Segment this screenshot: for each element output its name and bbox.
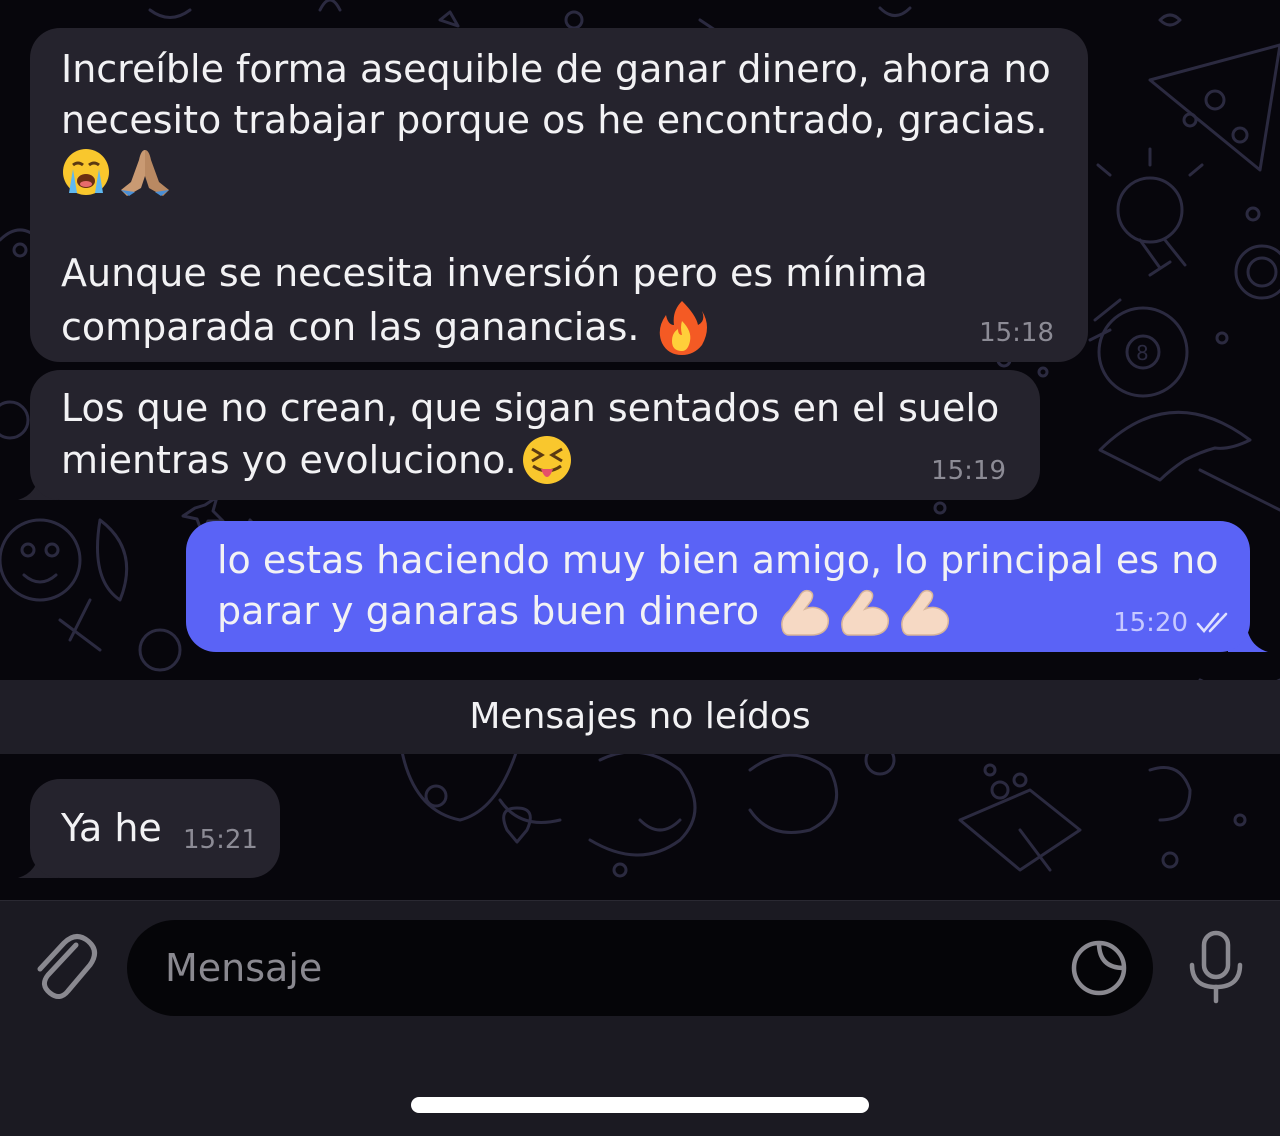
message-text-line: Aunque se necesita inversión pero es mín… <box>61 251 928 295</box>
incoming-message[interactable]: Los que no crean, que sigan sentados en … <box>30 370 1040 500</box>
message-text-line: parar y ganaras buen dinero <box>217 589 760 633</box>
fire-emoji <box>660 301 708 355</box>
flexed-biceps-emoji <box>781 589 830 636</box>
read-double-check-icon <box>1196 612 1228 634</box>
paperclip-icon[interactable] <box>30 931 98 1003</box>
message-text-line: Los que no crean, que sigan sentados en … <box>61 386 1000 430</box>
message-composer: Mensaje <box>0 900 1280 1136</box>
incoming-message[interactable]: Ya he 15:21 <box>30 779 280 878</box>
message-input-placeholder: Mensaje <box>165 946 323 990</box>
squinting-face-with-tongue-emoji <box>522 436 571 484</box>
outgoing-message[interactable]: lo estas haciendo muy bien amigo, lo pri… <box>186 521 1250 652</box>
sticker-icon[interactable] <box>1069 938 1129 998</box>
message-input[interactable]: Mensaje <box>127 920 1153 1016</box>
message-text-line: mientras yo evoluciono. <box>61 437 517 482</box>
message-text-line: necesito trabajar porque os he encontrad… <box>61 98 1048 142</box>
unread-messages-divider: Mensajes no leídos <box>0 680 1280 754</box>
loudly-crying-face-emoji <box>63 149 109 195</box>
message-time: 15:20 <box>1113 608 1188 638</box>
message-text-line: Ya he <box>61 806 162 850</box>
incoming-message[interactable]: Increíble forma asequible de ganar diner… <box>30 28 1088 362</box>
flexed-biceps-emoji <box>901 589 950 636</box>
message-text-line: lo estas haciendo muy bien amigo, lo pri… <box>217 538 1219 582</box>
flexed-biceps-emoji <box>841 589 890 636</box>
message-time: 15:19 <box>931 456 1006 486</box>
message-text-line: Increíble forma asequible de ganar diner… <box>61 47 1051 91</box>
message-time: 15:18 <box>979 318 1054 348</box>
home-indicator <box>411 1097 869 1113</box>
chat-screen: 8 Increíble forma asequible de ganar din… <box>0 0 1280 1136</box>
microphone-icon[interactable] <box>1186 929 1246 1005</box>
message-text-line: comparada con las ganancias. <box>61 304 640 349</box>
folded-hands-emoji <box>121 150 169 196</box>
svg-text:8: 8 <box>1136 341 1149 365</box>
message-time: 15:21 <box>183 825 258 855</box>
